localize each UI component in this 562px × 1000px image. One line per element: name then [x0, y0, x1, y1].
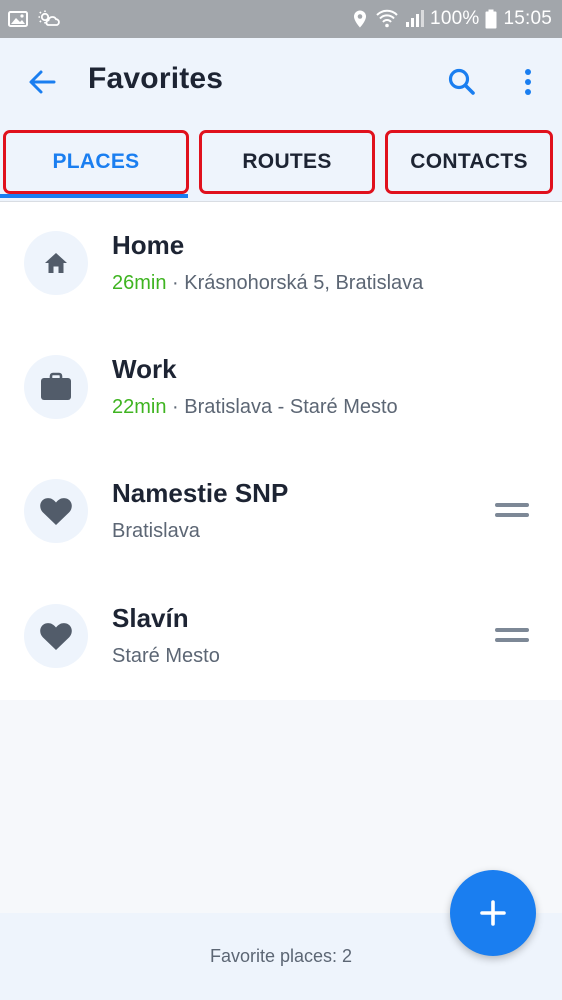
home-icon	[45, 253, 67, 273]
tab-routes[interactable]: ROUTES	[199, 130, 375, 194]
place-title: Slavín	[112, 603, 189, 633]
briefcase-icon	[41, 372, 71, 400]
home-icon-circle	[24, 231, 88, 295]
places-list: Home 26min · Krásnohorská 5, Bratislava …	[0, 202, 562, 700]
list-item-home[interactable]: Home 26min · Krásnohorská 5, Bratislava	[0, 202, 562, 326]
place-title: Namestie SNP	[112, 478, 289, 508]
app-bar: Favorites	[0, 38, 562, 124]
signal-icon	[406, 10, 425, 27]
tab-contacts-label: CONTACTS	[410, 150, 528, 173]
list-item-work[interactable]: Work 22min · Bratislava - Staré Mesto	[0, 326, 562, 450]
active-tab-indicator	[0, 194, 188, 198]
eta-time: 26min	[112, 272, 167, 294]
place-address: Krásnohorská 5, Bratislava	[184, 272, 424, 294]
drag-handle[interactable]	[492, 625, 532, 645]
tab-contacts[interactable]: CONTACTS	[385, 130, 553, 194]
status-right: 100% 15:05	[350, 8, 552, 30]
tab-places-label: PLACES	[52, 150, 140, 173]
separator: ·	[166, 272, 185, 294]
place-subtitle: 22min · Bratislava - Staré Mesto	[112, 396, 398, 419]
place-address: Bratislava - Staré Mesto	[184, 396, 398, 418]
work-icon-circle	[24, 355, 88, 419]
weather-icon	[38, 10, 60, 26]
clock: 15:05	[503, 8, 552, 29]
location-icon	[354, 10, 367, 28]
search-icon	[448, 68, 475, 95]
favorite-icon-circle	[24, 604, 88, 668]
place-title: Work	[112, 354, 177, 384]
tab-routes-label: ROUTES	[242, 150, 332, 173]
wifi-icon	[376, 9, 398, 28]
separator: ·	[166, 396, 185, 418]
place-subtitle: 26min · Krásnohorská 5, Bratislava	[112, 272, 423, 295]
drag-handle-bar	[495, 513, 529, 517]
battery-icon	[485, 9, 497, 29]
heart-icon	[40, 498, 72, 525]
place-title: Home	[112, 230, 185, 260]
battery-level: 100%	[430, 8, 480, 29]
list-item-slavin[interactable]: Slavín Staré Mesto	[0, 575, 562, 699]
tab-places[interactable]: PLACES	[3, 130, 189, 194]
status-left	[8, 9, 60, 29]
heart-icon	[40, 623, 72, 650]
more-vert-icon	[525, 69, 531, 95]
drag-handle-bar	[495, 628, 529, 632]
eta-time: 22min	[112, 396, 167, 418]
drag-handle-bar	[495, 503, 529, 507]
back-button[interactable]	[22, 62, 62, 102]
status-bar: 100% 15:05	[0, 0, 562, 38]
favorite-places-count: Favorite places: 2	[209, 946, 353, 966]
drag-handle-bar	[495, 638, 529, 642]
tab-bar: PLACES ROUTES CONTACTS	[0, 124, 562, 202]
gallery-icon	[8, 11, 28, 27]
list-item-namestie-snp[interactable]: Namestie SNP Bratislava	[0, 450, 562, 574]
plus-icon	[480, 900, 506, 926]
drag-handle[interactable]	[492, 500, 532, 520]
page-title: Favorites	[88, 62, 224, 95]
place-subtitle: Bratislava	[112, 520, 200, 542]
back-arrow-icon	[29, 70, 56, 94]
add-favorite-button[interactable]	[450, 870, 536, 956]
place-subtitle: Staré Mesto	[112, 645, 220, 667]
search-button[interactable]	[440, 60, 484, 104]
favorite-icon-circle	[24, 479, 88, 543]
more-options-button[interactable]	[506, 60, 550, 104]
